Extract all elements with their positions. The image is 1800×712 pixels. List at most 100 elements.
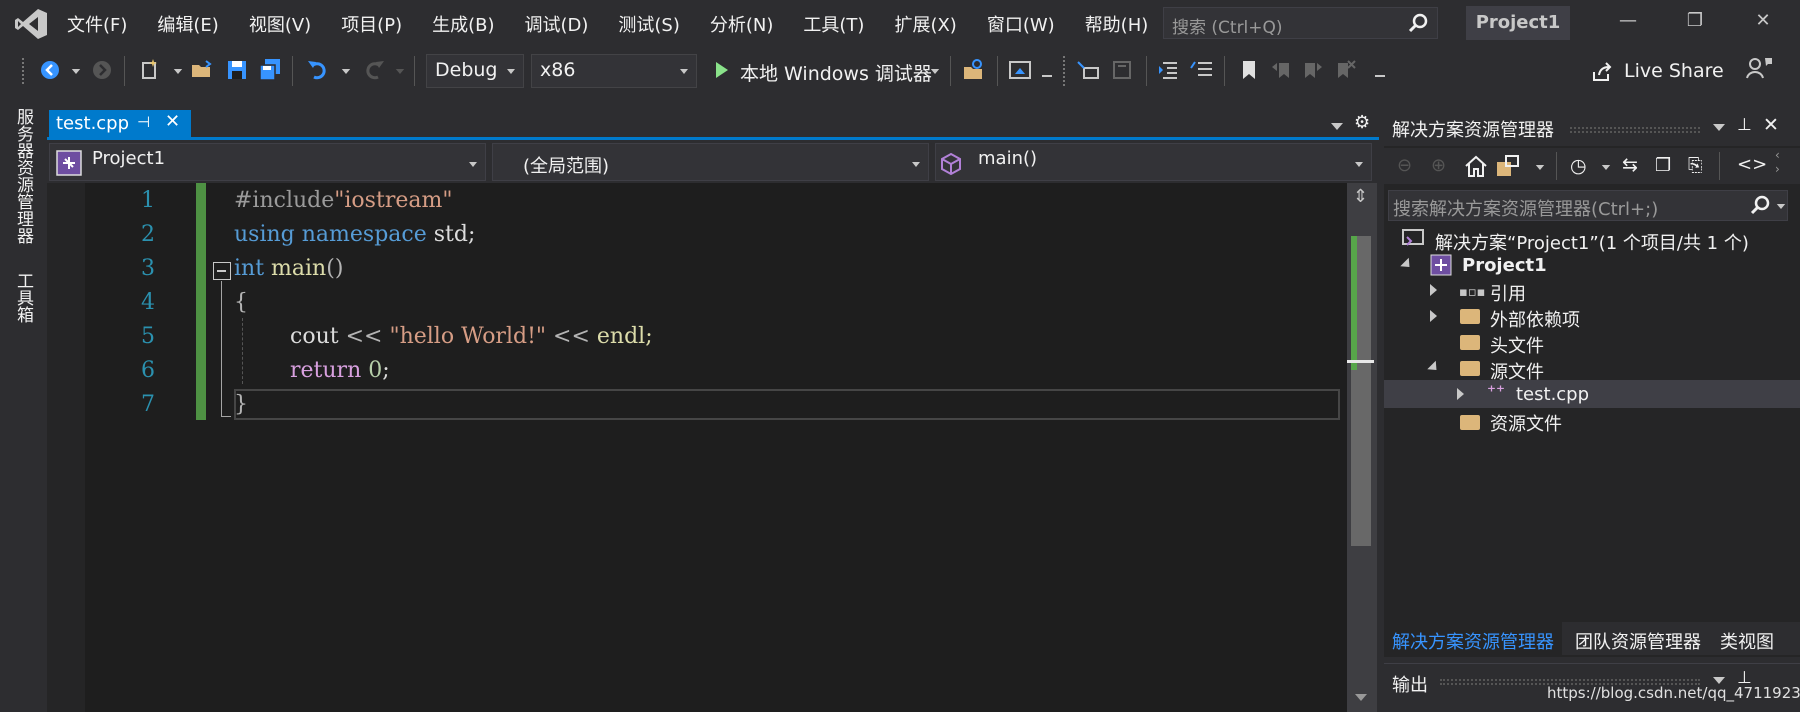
clear-bookmarks-icon[interactable] (1333, 58, 1357, 82)
menu-window[interactable]: 窗口(W) (987, 11, 1055, 37)
outdent-icon[interactable] (1157, 58, 1181, 82)
find-in-files-icon[interactable] (962, 58, 986, 82)
pending-changes-icon[interactable]: ◷ (1570, 155, 1587, 177)
back-icon[interactable] (38, 58, 62, 82)
next-bookmark-icon[interactable] (1300, 58, 1324, 82)
menu-build[interactable]: 生成(B) (432, 11, 494, 37)
tab-team-explorer[interactable]: 团队资源管理器 (1575, 628, 1701, 654)
feedback-icon[interactable] (1745, 56, 1773, 82)
external-deps-node[interactable]: 外部依赖项 (1490, 306, 1580, 332)
tab-class-view[interactable]: 类视图 (1720, 628, 1774, 654)
references-node[interactable]: 引用 (1490, 280, 1526, 306)
new-dropdown-icon[interactable] (173, 69, 183, 74)
save-icon[interactable] (225, 58, 249, 82)
collapsed-arrow-icon[interactable] (1457, 388, 1464, 400)
switch-views-icon[interactable] (1496, 155, 1522, 177)
output-title: 输出 (1392, 675, 1428, 696)
menu-analyze[interactable]: 分析(N) (710, 11, 774, 37)
tab-solution-explorer[interactable]: 解决方案资源管理器 (1392, 628, 1554, 654)
collapsed-arrow-icon[interactable] (1430, 310, 1437, 322)
redo-icon[interactable] (362, 58, 386, 82)
step-over-icon[interactable] (1076, 58, 1100, 82)
member-dropdown[interactable]: main() (935, 143, 1372, 181)
open-folder-icon[interactable] (190, 58, 214, 82)
code-view-icon[interactable]: <> (1737, 154, 1767, 175)
menu-test[interactable]: 测试(S) (618, 11, 679, 37)
menu-debug[interactable]: 调试(D) (525, 11, 589, 37)
toolbox-tab[interactable]: 工具箱 (13, 272, 36, 323)
restore-button[interactable]: ❐ (1680, 10, 1710, 36)
menu-tools[interactable]: 工具(T) (803, 11, 864, 37)
split-handle-icon[interactable]: ⇕ (1353, 186, 1368, 207)
back-icon[interactable]: ⊖ (1397, 155, 1412, 176)
collapsed-arrow-icon[interactable] (1430, 284, 1437, 296)
tab-list-dropdown-icon[interactable] (1331, 123, 1343, 130)
undo-dropdown-icon[interactable] (341, 69, 351, 74)
header-files-node[interactable]: 头文件 (1490, 332, 1544, 358)
solution-search-input[interactable]: 搜索解决方案资源管理器(Ctrl+;) (1388, 190, 1788, 221)
previous-bookmark-icon[interactable] (1270, 58, 1294, 82)
panel-menu-icon[interactable] (1713, 677, 1725, 684)
menu-view[interactable]: 视图(V) (249, 11, 311, 37)
browser-dropdown-icon[interactable] (1042, 75, 1052, 78)
new-project-icon[interactable] (138, 58, 162, 82)
sync-icon[interactable]: ⇆ (1622, 154, 1638, 176)
scroll-down-icon[interactable] (1355, 694, 1367, 701)
pin-icon[interactable]: ⊥ (1737, 115, 1752, 135)
home-icon[interactable] (1464, 155, 1488, 177)
pending-dropdown-icon[interactable] (1601, 165, 1611, 170)
close-panel-icon[interactable]: ✕ (1763, 114, 1779, 136)
comment-lines-icon[interactable] (1190, 58, 1214, 82)
forward-icon[interactable]: ⊕ (1431, 155, 1446, 176)
project-dropdown[interactable]: Project1 (49, 143, 486, 181)
browser-link-icon[interactable] (1008, 58, 1032, 82)
configuration-dropdown[interactable]: Debug (426, 54, 524, 88)
close-tab-icon[interactable]: ✕ (165, 111, 180, 132)
project-node[interactable]: Project1 (1462, 255, 1547, 276)
start-debugger-button[interactable]: 本地 Windows 调试器 (740, 59, 932, 86)
menu-project[interactable]: 项目(P) (341, 11, 402, 37)
play-icon[interactable] (714, 60, 730, 80)
switch-views-dropdown-icon[interactable] (1535, 165, 1545, 170)
server-explorer-tab[interactable]: 服务器资源管理器 (13, 108, 36, 244)
collapse-all-icon[interactable]: ❐ (1655, 155, 1671, 176)
minimize-button[interactable]: — (1613, 10, 1643, 36)
live-share-button[interactable]: Live Share (1624, 60, 1724, 82)
save-all-icon[interactable] (258, 58, 282, 82)
forward-icon[interactable] (90, 58, 114, 82)
menu-help[interactable]: 帮助(H) (1085, 11, 1149, 37)
toolbar-grip[interactable] (1063, 56, 1066, 86)
panel-menu-icon[interactable] (1713, 124, 1725, 131)
close-window-button[interactable]: ✕ (1748, 10, 1778, 36)
menu-file[interactable]: 文件(F) (67, 11, 127, 37)
source-file-node[interactable]: test.cpp (1516, 384, 1589, 405)
toolbar-separator (292, 56, 293, 86)
collapse-toggle-icon[interactable] (213, 262, 231, 280)
pin-icon[interactable]: ⊣ (137, 113, 150, 131)
scope-dropdown[interactable]: (全局范围) (492, 143, 929, 181)
platform-dropdown[interactable]: x86 (531, 54, 697, 88)
toolbar-overflow-icon[interactable]: ‹ › (1775, 148, 1780, 176)
redo-dropdown-icon[interactable] (395, 69, 405, 74)
search-options-icon[interactable] (1776, 204, 1786, 209)
visual-studio-logo-icon[interactable] (14, 8, 48, 40)
toolbar-separator (997, 56, 998, 86)
panel-grip[interactable] (1570, 127, 1700, 133)
menu-edit[interactable]: 编辑(E) (157, 11, 218, 37)
toolbar-grip[interactable] (22, 58, 25, 84)
share-icon[interactable] (1590, 60, 1614, 84)
solution-node[interactable]: 解决方案“Project1”(1 个项目/共 1 个) (1435, 229, 1749, 255)
show-all-files-icon[interactable]: ⎘ (1688, 155, 1702, 176)
gear-icon[interactable]: ⚙ (1354, 112, 1370, 133)
debugger-dropdown-icon[interactable] (930, 69, 940, 74)
tab-test-cpp[interactable]: test.cpp ⊣ ✕ (49, 110, 191, 140)
toolbar-overflow-icon[interactable] (1375, 75, 1385, 78)
menu-extensions[interactable]: 扩展(X) (894, 11, 956, 37)
undo-icon[interactable] (306, 58, 330, 82)
search-input[interactable]: 搜索 (Ctrl+Q) (1163, 7, 1438, 39)
resource-files-node[interactable]: 资源文件 (1490, 410, 1562, 436)
line-number: 1 (141, 188, 155, 213)
bookmark-icon[interactable] (1237, 58, 1261, 82)
step-out-icon[interactable] (1110, 58, 1134, 82)
back-dropdown-icon[interactable] (71, 69, 81, 74)
